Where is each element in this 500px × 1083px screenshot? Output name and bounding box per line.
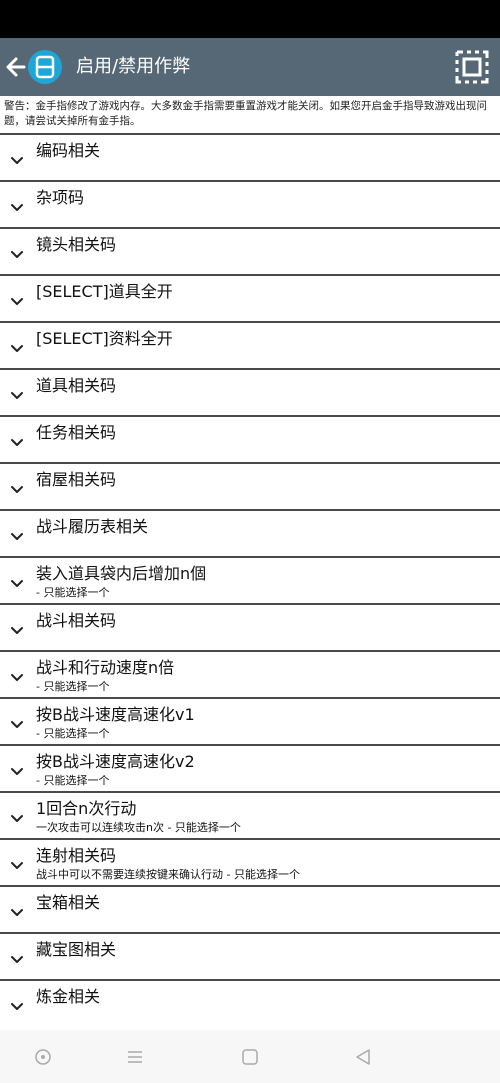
chevron-down-icon xyxy=(11,251,23,258)
chevron-down-icon xyxy=(11,345,23,352)
cheat-list: 编码相关杂项码镜头相关码 [SELECT]道具全开 [SELECT]资料全开 道具相关… xyxy=(0,133,500,1026)
arrow-left-icon[interactable] xyxy=(4,51,30,83)
chevron-down-icon xyxy=(11,157,23,164)
chevron-down-icon xyxy=(11,627,23,634)
nav-bar xyxy=(0,1030,500,1083)
chevron-down-icon xyxy=(11,533,23,540)
app-logo-icon xyxy=(28,50,62,84)
cheat-row[interactable]: 宿屋相关码 xyxy=(0,462,500,509)
chevron-down-icon xyxy=(11,204,23,211)
back-triangle-icon[interactable] xyxy=(353,1047,373,1067)
cheat-label: 按B战斗速度高速化v1 xyxy=(36,705,195,724)
cheat-label: 炼金相关 xyxy=(36,987,101,1006)
cheat-label: 杂项码 xyxy=(36,188,85,207)
cheat-label: 装入道具袋内后增加n個 xyxy=(36,564,207,583)
cheat-label: 宝箱相关 xyxy=(36,893,101,912)
menu-icon[interactable] xyxy=(125,1047,145,1067)
chevron-down-icon xyxy=(11,768,23,775)
select-all-icon[interactable] xyxy=(454,49,490,85)
cheat-label: [SELECT]资料全开 xyxy=(36,329,173,348)
warning-text: 警告：金手指修改了游戏内存。大多数金手指需要重置游戏才能关闭。如果您开启金手指导… xyxy=(4,100,487,127)
cheat-desc: - 只能选择一个 xyxy=(36,680,110,693)
chevron-down-icon xyxy=(11,909,23,916)
chevron-down-icon xyxy=(11,862,23,869)
chevron-down-icon xyxy=(11,580,23,587)
cheat-label: 任务相关码 xyxy=(36,423,117,442)
cheat-row[interactable]: 战斗履历表相关 xyxy=(0,509,500,556)
chevron-down-icon xyxy=(11,1003,23,1010)
cheat-row[interactable]: 战斗和行动速度n倍 - 只能选择一个 xyxy=(0,650,500,697)
chevron-down-icon xyxy=(11,392,23,399)
cheat-row[interactable]: [SELECT]资料全开 xyxy=(0,321,500,368)
cheat-desc: 一次攻击可以连续攻击n次 - 只能选择一个 xyxy=(36,821,241,834)
cheat-label: 编码相关 xyxy=(36,141,101,160)
cheat-label: 镜头相关码 xyxy=(36,235,117,254)
cheat-label: 1回合n次行动 xyxy=(36,799,137,818)
cheat-label: 按B战斗速度高速化v2 xyxy=(36,752,195,771)
cheat-row[interactable]: 道具相关码 xyxy=(0,368,500,415)
assistant-icon[interactable] xyxy=(33,1047,53,1067)
cheat-row[interactable]: 炼金相关 xyxy=(0,979,500,1026)
cheat-row[interactable]: 1回合n次行动一次攻击可以连续攻击n次 - 只能选择一个 xyxy=(0,791,500,838)
cheat-row[interactable]: 战斗相关码 xyxy=(0,603,500,650)
cheat-label: 道具相关码 xyxy=(36,376,117,395)
chevron-down-icon xyxy=(11,486,23,493)
cheat-label: [SELECT]道具全开 xyxy=(36,282,173,301)
cheat-row[interactable]: 按B战斗速度高速化v1 - 只能选择一个 xyxy=(0,697,500,744)
cheat-label: 藏宝图相关 xyxy=(36,940,117,959)
chevron-down-icon xyxy=(11,721,23,728)
chevron-down-icon xyxy=(11,956,23,963)
cheat-row[interactable]: 按B战斗速度高速化v2 - 只能选择一个 xyxy=(0,744,500,791)
cheat-desc: - 只能选择一个 xyxy=(36,586,110,599)
cheat-label: 战斗相关码 xyxy=(36,611,117,630)
cheat-row[interactable]: [SELECT]道具全开 xyxy=(0,274,500,321)
page-title: 启用/禁用作弊 xyxy=(76,56,191,77)
chevron-down-icon xyxy=(11,674,23,681)
home-square-icon[interactable] xyxy=(240,1047,260,1067)
cheat-desc: 战斗中可以不需要连续按键来确认行动 - 只能选择一个 xyxy=(36,868,300,881)
cheat-desc: - 只能选择一个 xyxy=(36,774,110,787)
cheat-row[interactable]: 藏宝图相关 xyxy=(0,932,500,979)
chevron-down-icon xyxy=(11,439,23,446)
cheat-row[interactable]: 镜头相关码 xyxy=(0,227,500,274)
cheat-label: 战斗和行动速度n倍 xyxy=(36,658,175,677)
cheat-row[interactable]: 宝箱相关 xyxy=(0,885,500,932)
cheat-desc: - 只能选择一个 xyxy=(36,727,110,740)
cheat-row[interactable]: 连射相关码战斗中可以不需要连续按键来确认行动 - 只能选择一个 xyxy=(0,838,500,885)
status-bar xyxy=(0,0,500,38)
app-bar: 启用/禁用作弊 xyxy=(0,38,500,96)
cheat-row[interactable]: 装入道具袋内后增加n個 - 只能选择一个 xyxy=(0,556,500,603)
cheat-row[interactable]: 编码相关 xyxy=(0,133,500,180)
cheat-row[interactable]: 杂项码 xyxy=(0,180,500,227)
cheat-row[interactable]: 任务相关码 xyxy=(0,415,500,462)
cheat-label: 宿屋相关码 xyxy=(36,470,117,489)
cheat-label: 连射相关码 xyxy=(36,846,117,865)
chevron-down-icon xyxy=(11,298,23,305)
chevron-down-icon xyxy=(11,815,23,822)
cheat-label: 战斗履历表相关 xyxy=(36,517,149,536)
